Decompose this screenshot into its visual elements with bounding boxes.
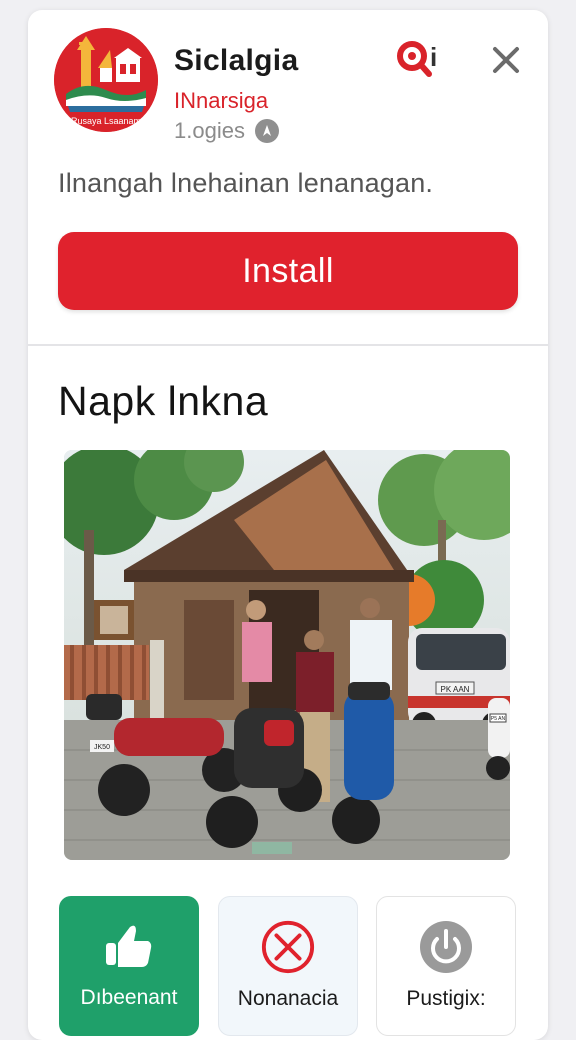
- power-icon: [418, 919, 474, 975]
- section-divider: [28, 344, 548, 346]
- section-title: Napk lnkna: [58, 378, 269, 424]
- close-button[interactable]: [484, 38, 528, 82]
- tile-recommend[interactable]: Dıbeenant: [59, 896, 199, 1036]
- search-info-button[interactable]: i: [394, 38, 442, 82]
- cross-circle-icon: [260, 919, 316, 975]
- tile-label: Dıbeenant: [80, 986, 178, 1009]
- app-logo: Rusaya Lsaanam: [54, 28, 158, 132]
- tile-reject[interactable]: Nonanacia: [218, 896, 358, 1036]
- tile-label: Nonanacia: [237, 987, 339, 1010]
- thumbs-up-icon: [101, 918, 157, 974]
- close-icon: [493, 47, 519, 73]
- svg-text:JK50: JK50: [94, 744, 110, 751]
- tile-label: Pustigix:: [406, 987, 486, 1010]
- app-description: Ilnangah lnehainan lenanagan.: [58, 168, 434, 198]
- rating-row: 1.ogies: [174, 118, 279, 144]
- svg-text:P5 AN: P5 AN: [491, 716, 506, 722]
- install-button[interactable]: Install: [58, 232, 518, 310]
- info-icon: i: [430, 42, 438, 72]
- app-install-card: Rusaya Lsaanam Siclalgia INnarsiga 1.ogi…: [28, 10, 548, 1040]
- rating-text: 1.ogies: [174, 118, 245, 143]
- tile-power[interactable]: Pustigix:: [376, 896, 516, 1036]
- developer-name[interactable]: INnarsiga: [174, 88, 268, 114]
- app-name: Siclalgia: [174, 44, 299, 77]
- preview-photo[interactable]: PK AAN JK50 P5 AN: [64, 450, 510, 860]
- svg-text:PK AAN: PK AAN: [441, 685, 470, 694]
- rating-badge-icon: [254, 119, 279, 143]
- svg-text:Rusaya Lsaanam: Rusaya Lsaanam: [71, 116, 141, 126]
